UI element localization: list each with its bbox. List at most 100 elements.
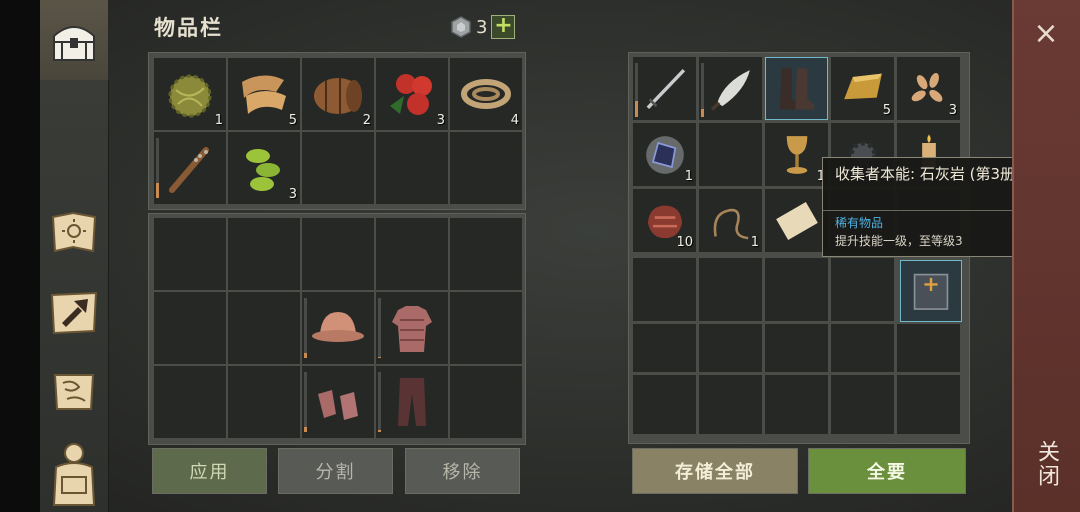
seeds-icon xyxy=(911,73,943,102)
inventory-slot[interactable]: 4 xyxy=(450,58,522,130)
equipment-slot[interactable] xyxy=(228,292,300,364)
inventory-slot[interactable]: 5 xyxy=(228,58,300,130)
inventory-slot[interactable]: 3 xyxy=(376,58,448,130)
storage-slot[interactable] xyxy=(765,189,828,252)
crafting-hammer-icon[interactable] xyxy=(46,284,102,340)
rope-item-icon xyxy=(461,79,511,109)
equipment-slot[interactable] xyxy=(228,366,300,438)
durability-bar xyxy=(378,298,381,358)
inventory-slot[interactable]: 3 xyxy=(228,132,300,204)
store-all-button[interactable]: 存储全部 xyxy=(632,448,798,494)
equipment-slot[interactable] xyxy=(450,218,522,290)
storage-slot[interactable] xyxy=(765,258,828,321)
take-all-button[interactable]: 全要 xyxy=(808,448,966,494)
storage-slot[interactable]: 1 xyxy=(633,123,696,186)
screen-edge xyxy=(0,0,40,512)
equipment-slot[interactable] xyxy=(450,366,522,438)
equipment-slot[interactable] xyxy=(376,218,448,290)
storage-slot[interactable] xyxy=(633,258,696,321)
add-gems-button[interactable]: + xyxy=(491,15,516,39)
inventory-slot[interactable] xyxy=(450,132,522,204)
storage-slot[interactable] xyxy=(897,375,960,434)
green-pods-item-icon xyxy=(246,149,280,191)
item-count: 1 xyxy=(684,169,693,184)
storage-slot[interactable] xyxy=(831,258,894,321)
storage-slot[interactable]: 5 xyxy=(831,57,894,120)
equipment-slot[interactable] xyxy=(154,366,226,438)
inventory-slot[interactable]: 1 xyxy=(154,58,226,130)
spiked-club-item-icon xyxy=(169,147,209,193)
item-count: 4 xyxy=(510,113,519,128)
gold-ingot-icon xyxy=(844,73,882,100)
gloves-slot[interactable] xyxy=(302,366,374,438)
item-count: 1 xyxy=(214,113,223,128)
inventory-slot[interactable] xyxy=(302,132,374,204)
storage-slot[interactable] xyxy=(633,324,696,372)
tooltip-divider xyxy=(823,210,1043,211)
item-count: 3 xyxy=(436,113,445,128)
storage-slot[interactable] xyxy=(900,260,962,322)
tooltip-rarity: 稀有物品 xyxy=(835,216,884,230)
close-icon[interactable]: × xyxy=(1022,14,1070,54)
cloth-item-icon xyxy=(242,75,286,114)
durability-bar xyxy=(304,372,307,432)
character-backpack-icon[interactable] xyxy=(46,440,102,508)
durability-bar xyxy=(701,63,704,117)
storage-slot[interactable] xyxy=(831,324,894,372)
gem-icon xyxy=(451,16,471,38)
equipment-slot[interactable] xyxy=(302,218,374,290)
item-count: 2 xyxy=(362,113,371,128)
storage-slot[interactable]: 3 xyxy=(897,57,960,120)
equipment-slot[interactable] xyxy=(154,218,226,290)
close-panel[interactable] xyxy=(1012,0,1080,512)
storage-slot[interactable] xyxy=(897,324,960,372)
sun-book-icon[interactable] xyxy=(46,204,102,260)
item-count: 10 xyxy=(676,235,693,250)
chainmail-gloves-icon xyxy=(318,390,358,420)
storage-slot[interactable] xyxy=(699,375,762,434)
item-count: 5 xyxy=(882,103,891,118)
apply-button[interactable]: 应用 xyxy=(152,448,267,494)
machete-icon xyxy=(710,70,750,111)
chest-icon[interactable] xyxy=(46,12,102,68)
storage-slot[interactable] xyxy=(831,375,894,434)
leather-boots-icon xyxy=(779,68,815,110)
legs-armor-slot[interactable] xyxy=(376,366,448,438)
storage-slot[interactable] xyxy=(699,123,762,186)
inventory-slot[interactable]: 2 xyxy=(302,58,374,130)
chest-armor-slot[interactable] xyxy=(376,292,448,364)
gem-count: 3 xyxy=(476,16,488,38)
storage-slot[interactable]: 10 xyxy=(633,189,696,252)
inventory-slot[interactable] xyxy=(376,132,448,204)
quest-scroll-icon[interactable] xyxy=(46,364,102,420)
helmet-slot[interactable] xyxy=(302,292,374,364)
item-count: 5 xyxy=(288,113,297,128)
storage-slot[interactable] xyxy=(765,57,828,120)
storage-slot[interactable] xyxy=(699,258,762,321)
storage-slot[interactable] xyxy=(699,324,762,372)
close-button-label[interactable]: 关闭 xyxy=(1030,440,1062,488)
tooltip-title: 收集者本能: 石灰岩 (第3册) xyxy=(835,165,1021,183)
storage-slot[interactable] xyxy=(633,57,696,120)
barrel-item-icon xyxy=(314,78,362,114)
plant-fiber-item-icon xyxy=(168,74,212,118)
storage-slot[interactable] xyxy=(765,324,828,372)
remove-button[interactable]: 移除 xyxy=(405,448,520,494)
tooltip-description: 提升技能一级，至等级3 xyxy=(835,234,963,248)
chainmail-shirt-icon xyxy=(392,306,432,352)
storage-slot[interactable] xyxy=(765,375,828,434)
equipment-slot[interactable] xyxy=(450,292,522,364)
pants-icon xyxy=(398,378,426,426)
inventory-slot[interactable] xyxy=(154,132,226,204)
equipment-slot[interactable] xyxy=(228,218,300,290)
crystal-icon xyxy=(646,136,684,174)
storage-slot[interactable]: 1 xyxy=(765,123,828,186)
equipment-slot[interactable] xyxy=(154,292,226,364)
durability-bar xyxy=(304,298,307,358)
storage-slot[interactable] xyxy=(633,375,696,434)
storage-slot[interactable] xyxy=(699,57,762,120)
storage-slot[interactable]: 1 xyxy=(699,189,762,252)
inventory-title: 物品栏 xyxy=(154,16,223,40)
split-button[interactable]: 分割 xyxy=(278,448,393,494)
goblet-icon xyxy=(786,136,808,174)
